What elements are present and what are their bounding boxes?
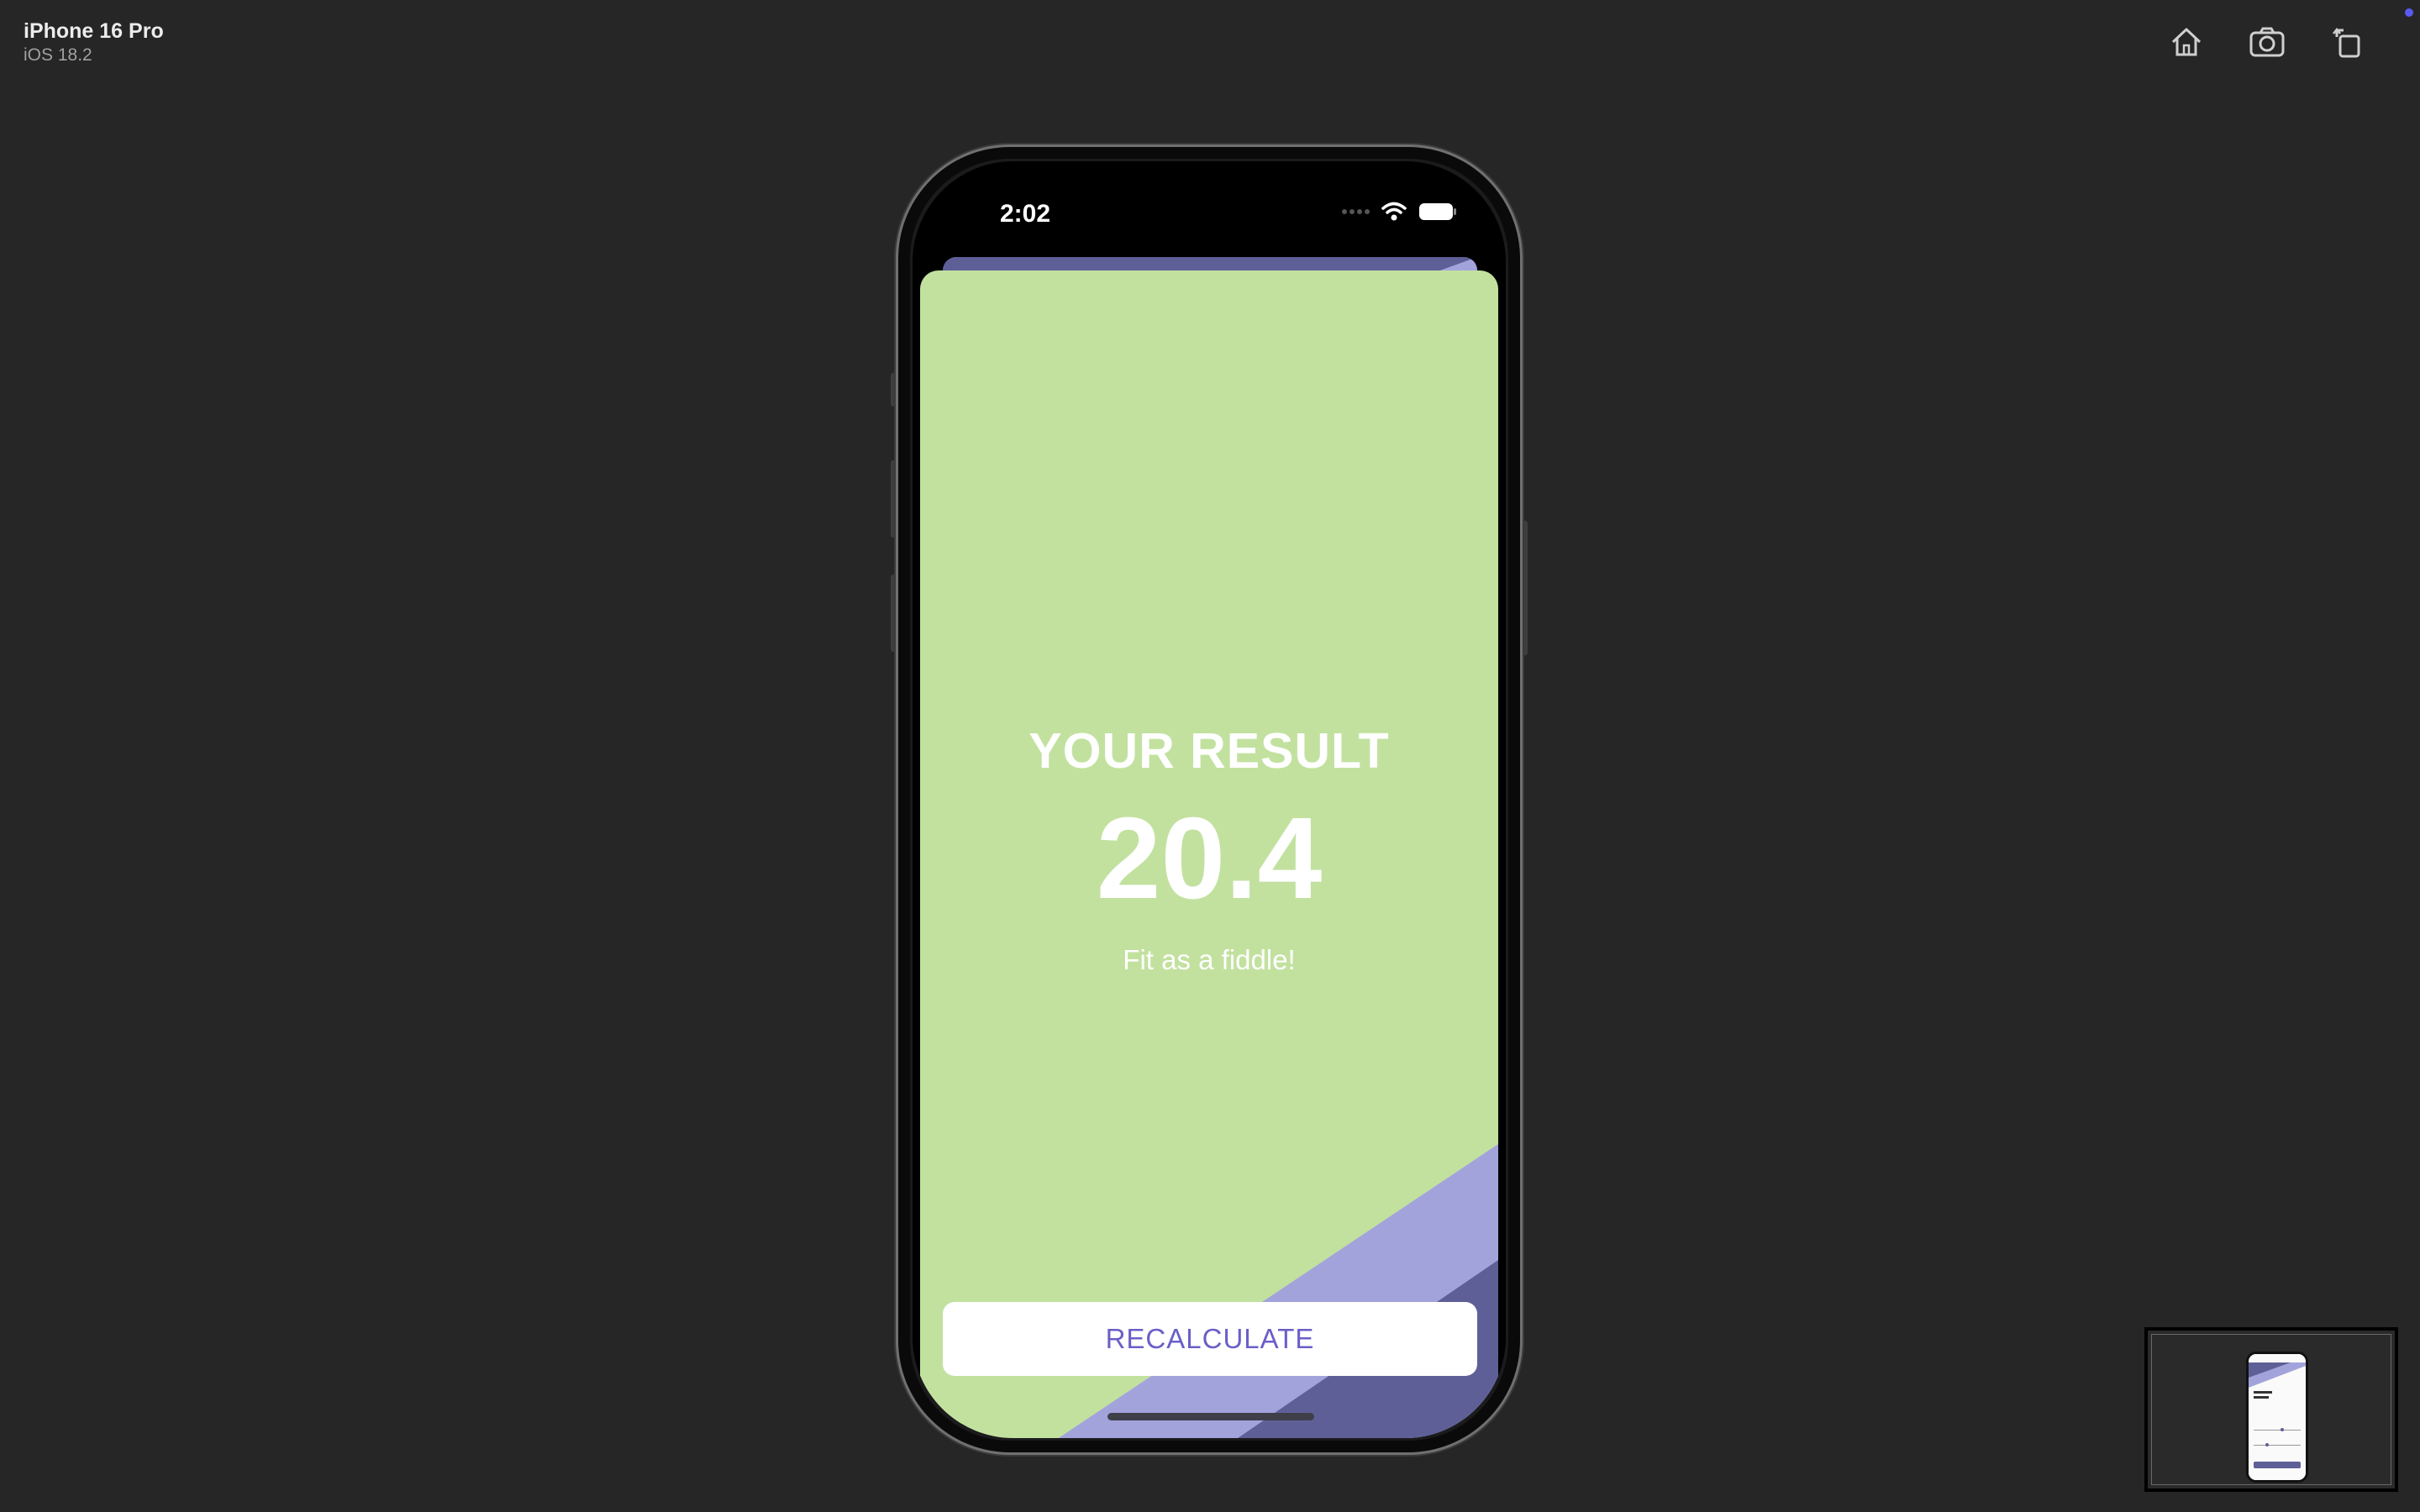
result-sheet: YOUR RESULT 20.4 Fit as a fiddle! RECALC… xyxy=(920,270,1498,1438)
simulator-toolbar xyxy=(2165,24,2370,60)
device-name: iPhone 16 Pro xyxy=(24,19,164,43)
result-advice: Fit as a fiddle! xyxy=(1123,944,1296,975)
cellular-icon xyxy=(1342,209,1370,214)
activity-dot xyxy=(2405,8,2413,17)
wifi-icon xyxy=(1381,202,1407,221)
os-version: iOS 18.2 xyxy=(24,45,92,65)
screenshot-thumbnail[interactable] xyxy=(2144,1327,2398,1492)
home-icon xyxy=(2171,28,2202,56)
phone-screen: 2:02 YOUR RESULT 20.4 Fit as a fiddle! R… xyxy=(913,161,1506,1438)
status-icons xyxy=(1341,202,1457,222)
status-time: 2:02 xyxy=(1000,200,1051,228)
rotate-icon xyxy=(2333,27,2360,58)
power-button xyxy=(1523,521,1528,655)
bmi-value: 20.4 xyxy=(1096,794,1323,923)
screenshot-button[interactable] xyxy=(2245,24,2289,60)
thumbnail-phone xyxy=(2246,1352,2308,1483)
home-button[interactable] xyxy=(2165,24,2208,60)
rotate-button[interactable] xyxy=(2326,24,2370,60)
thumbnail-frame xyxy=(2151,1334,2391,1485)
home-indicator[interactable] xyxy=(1107,1413,1314,1420)
battery-icon xyxy=(1419,203,1456,220)
recalculate-button[interactable]: RECALCULATE xyxy=(943,1302,1477,1376)
camera-icon xyxy=(2249,27,2285,57)
simulator-header: iPhone 16 Pro iOS 18.2 xyxy=(24,18,164,67)
result-title: YOUR RESULT xyxy=(1028,723,1390,779)
